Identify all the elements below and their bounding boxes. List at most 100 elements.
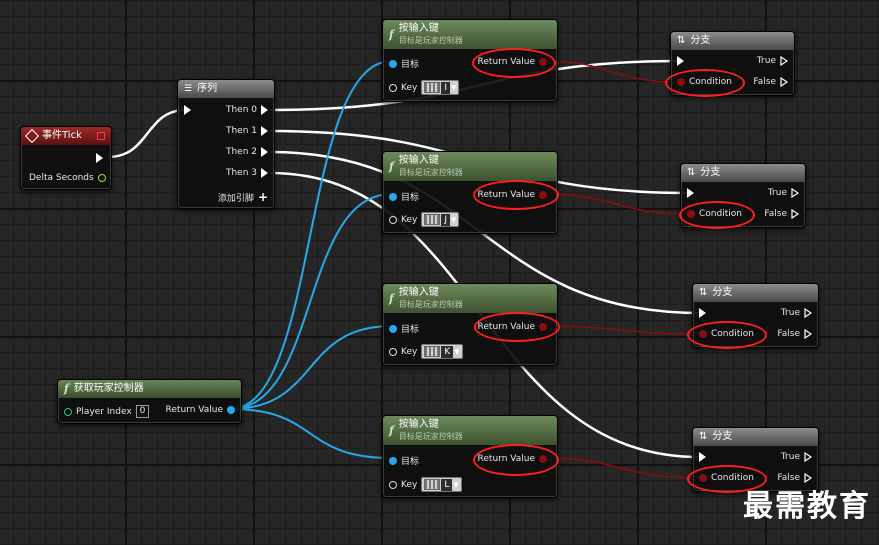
function-icon: f [64,382,69,395]
sequence-then-0[interactable]: Then 0 [226,105,268,115]
struct-pin-icon [389,480,397,489]
false-label: False [777,329,800,339]
highlight-return-value-1 [472,48,556,78]
branch-false-pin[interactable]: False [777,329,812,339]
highlight-return-value-3 [474,312,560,342]
exec-out-outline-icon [804,452,812,462]
event-exec-out[interactable] [96,153,103,163]
keyboard-icon [424,346,441,357]
player-index-pin[interactable]: Player Index 0 [64,405,150,418]
branch-false-pin[interactable]: False [753,77,788,87]
target-pin[interactable]: 目标 [389,322,419,335]
int-pin-icon [64,407,72,416]
branch-true-pin[interactable]: True [768,188,799,198]
highlight-condition-2 [679,201,755,229]
struct-pin-icon [389,347,397,356]
target-pin[interactable]: 目标 [389,190,419,203]
highlight-condition-3 [687,321,767,349]
event-tick-node[interactable]: 事件Tick Delta Seconds [20,126,112,190]
key-node-title: 按输入键 [398,287,439,298]
exec-out-icon [261,126,268,136]
key-pin[interactable]: Key K ▼ [389,344,463,359]
sequence-then-1[interactable]: Then 1 [226,126,268,136]
branch-true-pin[interactable]: True [757,56,788,66]
branch-title: 分支 [712,431,733,442]
branch-title: 分支 [690,35,711,46]
then-2-label: Then 2 [225,147,257,157]
sequence-then-2[interactable]: Then 2 [226,147,268,157]
key-pin[interactable]: Key L ▼ [389,477,462,492]
false-label: False [753,77,776,87]
key-selector[interactable]: J ▼ [421,212,460,227]
chevron-down-icon: ▼ [453,480,459,489]
exec-out-outline-icon [804,308,812,318]
keyboard-icon [424,214,441,225]
then-0-label: Then 0 [225,105,257,115]
key-node-title: 按输入键 [398,155,439,166]
object-pin-icon [389,324,397,333]
exec-out-outline-icon [780,77,788,87]
key-node-subtitle: 目标是玩家控制器 [398,36,463,45]
event-red-square-icon [97,132,105,140]
branch-exec-in[interactable] [687,188,694,198]
add-pin-button[interactable]: 添加引脚 + [218,190,268,204]
player-index-input[interactable]: 0 [135,405,150,418]
sequence-then-3[interactable]: Then 3 [226,168,268,178]
true-label: True [780,452,800,462]
branch-header: ⇅ 分支 [671,32,794,50]
key-value: I [441,81,450,94]
get-player-controller-node[interactable]: f 获取玩家控制器 Player Index 0 Return Value [57,379,242,424]
controller-return-label: Return Value [165,405,223,415]
key-value: K [441,345,454,358]
delta-seconds-pin[interactable]: Delta Seconds [29,173,106,183]
branch-true-pin[interactable]: True [781,452,812,462]
key-selector[interactable]: I ▼ [421,80,460,95]
keyboard-icon [424,479,441,490]
object-pin-icon [389,456,397,465]
sequence-icon: ☰ [184,84,193,94]
branch-icon: ⇅ [687,167,696,178]
sequence-node[interactable]: ☰ 序列 Then 0 Then 1 Then 2 Then 3 添加引脚 + [177,79,275,209]
target-label: 目标 [401,457,420,467]
key-pin[interactable]: Key J ▼ [389,212,460,227]
exec-in-icon [687,188,694,198]
function-icon: f [389,27,394,41]
struct-pin-icon [389,83,397,92]
true-label: True [756,56,776,66]
branch-exec-in[interactable] [677,56,684,66]
function-icon: f [389,291,394,305]
sequence-exec-in[interactable] [184,105,191,115]
exec-in-icon [677,56,684,66]
event-tick-header: 事件Tick [21,127,111,145]
exec-out-icon [96,153,103,163]
watermark: 最需教育 [743,489,871,524]
then-3-label: Then 3 [225,168,257,178]
branch-true-pin[interactable]: True [781,308,812,318]
exec-out-outline-icon [791,188,799,198]
exec-out-outline-icon [791,209,799,219]
key-label: Key [401,214,418,225]
event-icon [24,128,40,144]
key-node-header: f 按输入键 目标是玩家控制器 [383,152,557,181]
exec-in-icon [699,452,706,462]
function-icon: f [389,423,394,437]
key-selector[interactable]: L ▼ [421,477,462,492]
key-node-header: f 按输入键 目标是玩家控制器 [383,20,557,49]
true-label: True [780,308,800,318]
branch-icon: ⇅ [699,431,708,442]
float-pin-icon [97,174,106,182]
target-pin[interactable]: 目标 [389,454,419,467]
sequence-header: ☰ 序列 [178,80,274,98]
key-label: Key [401,346,418,357]
controller-return-pin[interactable]: Return Value [166,405,235,415]
branch-false-pin[interactable]: False [764,209,799,219]
key-selector[interactable]: K ▼ [421,344,463,359]
branch-exec-in[interactable] [699,452,706,462]
target-label: 目标 [401,60,420,70]
highlight-return-value-4 [473,444,559,476]
key-node-header: f 按输入键 目标是玩家控制器 [383,284,557,313]
target-pin[interactable]: 目标 [389,57,419,70]
key-label: Key [401,479,418,490]
key-pin[interactable]: Key I ▼ [389,80,460,95]
branch-exec-in[interactable] [699,308,706,318]
